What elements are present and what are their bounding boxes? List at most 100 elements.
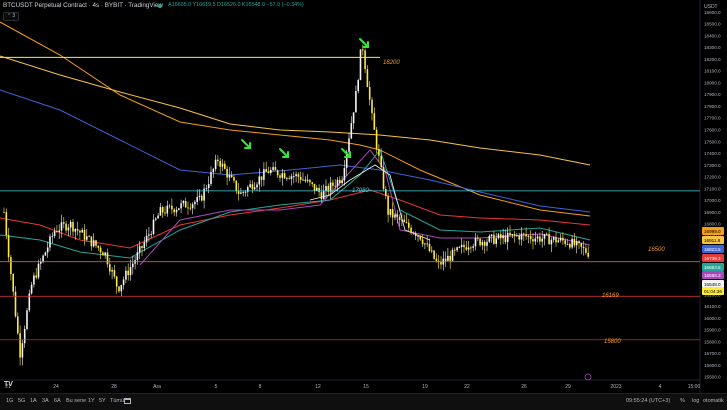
candle-body bbox=[539, 236, 541, 242]
auto-scale-toggle[interactable]: otomatik bbox=[703, 398, 724, 404]
price-tag-label: 16548.0 bbox=[704, 282, 721, 287]
candle-body bbox=[552, 237, 555, 240]
candle-body bbox=[332, 182, 334, 186]
timeframe-button-5y[interactable]: 5Y bbox=[99, 398, 106, 404]
price-tick: 17000.0 bbox=[704, 198, 721, 203]
price-tick: 15900.0 bbox=[704, 328, 721, 333]
candle-body bbox=[60, 222, 63, 231]
candle-body bbox=[265, 169, 267, 172]
candle-body bbox=[311, 182, 313, 184]
candle-body bbox=[173, 209, 175, 213]
candle-body bbox=[274, 167, 277, 171]
candle-body bbox=[375, 129, 378, 149]
candle-body bbox=[44, 252, 47, 256]
percent-toggle[interactable]: % bbox=[680, 398, 685, 404]
candle-body bbox=[88, 236, 90, 238]
timeframe-button-1a[interactable]: 1A bbox=[30, 398, 37, 404]
price-tick: 15800.0 bbox=[704, 339, 721, 344]
candle-body bbox=[168, 205, 171, 207]
timeframe-button-tümü[interactable]: Tümü bbox=[110, 398, 124, 404]
candle-body bbox=[341, 180, 343, 184]
timeframe-button-1g[interactable]: 1G bbox=[6, 398, 13, 404]
candle-body bbox=[557, 240, 560, 243]
time-tick: 5 bbox=[215, 384, 218, 390]
level-label-16500: 16500 bbox=[648, 247, 665, 253]
tradingview-logo[interactable]: TV bbox=[4, 381, 13, 388]
candle-body bbox=[371, 99, 373, 114]
candle-body bbox=[120, 285, 123, 292]
calendar-icon[interactable] bbox=[124, 398, 131, 404]
candle-body bbox=[207, 184, 210, 189]
candle-body bbox=[260, 176, 263, 180]
price-chart[interactable]: USDT18600.018500.018400.018300.018200.01… bbox=[0, 0, 727, 393]
candle-body bbox=[224, 163, 226, 169]
candle-body bbox=[433, 250, 435, 259]
log-toggle[interactable]: log bbox=[692, 398, 699, 404]
candle-body bbox=[155, 218, 157, 220]
candle-body bbox=[456, 247, 458, 251]
price-tag-label: 16911.8 bbox=[704, 238, 721, 243]
candle-body bbox=[180, 203, 182, 209]
candle-body bbox=[352, 112, 355, 124]
candle-body bbox=[288, 178, 290, 179]
candle-body bbox=[109, 264, 111, 272]
candle-body bbox=[336, 179, 339, 187]
candle-body bbox=[152, 219, 155, 235]
candle-body bbox=[102, 252, 104, 256]
candle-body bbox=[92, 240, 95, 247]
timeframe-button-5g[interactable]: 5G bbox=[18, 398, 25, 404]
candle-body bbox=[203, 188, 205, 201]
candle-body bbox=[283, 173, 286, 179]
candle-body bbox=[543, 234, 546, 239]
price-tick: 18000.0 bbox=[704, 80, 721, 85]
candle-body bbox=[488, 236, 491, 242]
candle-body bbox=[378, 148, 380, 156]
price-tag-label: 16736.3 bbox=[704, 256, 721, 261]
candle-body bbox=[548, 233, 550, 245]
ma-yellow bbox=[0, 55, 591, 166]
candle-body bbox=[244, 191, 247, 193]
event-marker-icon[interactable] bbox=[584, 373, 592, 381]
candle-body bbox=[106, 252, 109, 265]
candle-body bbox=[267, 171, 270, 174]
candle-body bbox=[329, 182, 332, 192]
candle-body bbox=[56, 231, 58, 232]
candle-body bbox=[460, 244, 463, 247]
candle-body bbox=[3, 212, 5, 213]
price-tag-label: 16598.3 bbox=[704, 273, 721, 278]
timeframe-button-1y[interactable]: 1Y bbox=[88, 398, 95, 404]
candle-body bbox=[569, 244, 571, 248]
candle-body bbox=[564, 240, 566, 244]
candle-body bbox=[212, 168, 215, 173]
candle-body bbox=[587, 252, 589, 257]
candle-body bbox=[343, 167, 346, 181]
candle-body bbox=[431, 250, 433, 252]
candle-body bbox=[532, 239, 534, 242]
timeframe-button-bu-sene[interactable]: Bu sene bbox=[66, 398, 86, 404]
candle-body bbox=[184, 200, 187, 208]
candle-body bbox=[235, 180, 238, 192]
candle-body bbox=[99, 247, 102, 253]
candle-body bbox=[138, 246, 141, 253]
candle-body bbox=[306, 179, 309, 182]
price-tick: 15500.0 bbox=[704, 375, 721, 380]
candle-body bbox=[201, 195, 203, 201]
candle-body bbox=[424, 243, 426, 245]
candle-body bbox=[141, 246, 143, 249]
candle-body bbox=[559, 237, 562, 241]
timeframe-button-3a[interactable]: 3A bbox=[42, 398, 49, 404]
candle-body bbox=[233, 177, 235, 181]
candle-body bbox=[479, 238, 481, 246]
candle-body bbox=[299, 176, 302, 180]
price-tick: 18100.0 bbox=[704, 69, 721, 74]
candle-body bbox=[467, 247, 470, 250]
candle-body bbox=[573, 238, 576, 246]
candle-body bbox=[318, 187, 320, 193]
candle-body bbox=[513, 234, 516, 236]
candle-body bbox=[240, 192, 242, 194]
candle-body bbox=[320, 192, 323, 200]
price-tag-label: 16823.5 bbox=[704, 247, 721, 252]
timeframe-button-6a[interactable]: 6A bbox=[54, 398, 61, 404]
clock-readout[interactable]: 09:55:24 (UTC+3) bbox=[626, 398, 670, 404]
candle-body bbox=[366, 69, 369, 88]
